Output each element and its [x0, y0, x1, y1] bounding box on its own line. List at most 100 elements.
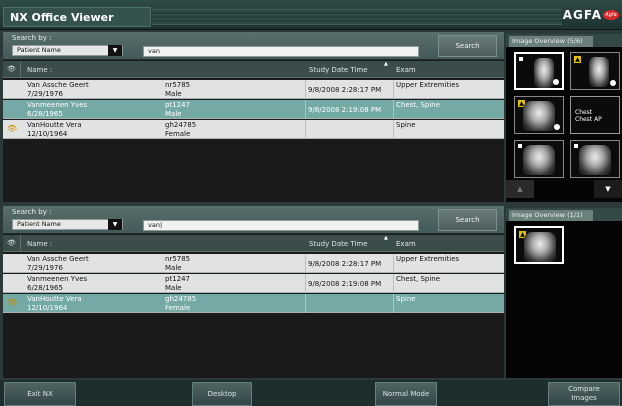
- compare-images-button[interactable]: Compare Images: [548, 382, 620, 406]
- table-row[interactable]: 👁 VanHoutte Vera 12/10/1964 gh24785 Fema…: [3, 294, 504, 313]
- scroll-up-button[interactable]: ▲: [506, 180, 534, 198]
- eye-icon[interactable]: 👁: [7, 299, 17, 307]
- top-search-panel: Search by : Patient Name ▼ van Search 👁 …: [3, 32, 504, 202]
- image-thumbnail[interactable]: [570, 140, 620, 178]
- agfa-logo-icon: Agfa: [603, 10, 619, 20]
- column-divider: [393, 100, 394, 119]
- eye-icon[interactable]: 👁: [7, 125, 17, 133]
- patient-name: Vanmeenen Yves: [27, 101, 88, 109]
- search-field-select[interactable]: Patient Name ▼: [12, 45, 123, 56]
- patient-dob: 7/29/1976: [27, 90, 63, 98]
- search-button[interactable]: Search: [438, 209, 497, 231]
- scroll-down-button[interactable]: ▼: [594, 180, 622, 198]
- study-date: 9/8/2008 2:28:17 PM: [308, 86, 382, 94]
- sort-arrow-icon: ▲: [384, 61, 388, 67]
- table-row[interactable]: Vanmeenen Yves 6/28/1965 pt1247 Male 9/8…: [3, 100, 504, 119]
- patient-id: pt1247: [165, 101, 191, 109]
- patient-dob: 12/10/1964: [27, 130, 68, 138]
- patient-name: VanHoutte Vera: [27, 295, 82, 303]
- eye-icon: 👁: [3, 235, 21, 252]
- patient-sex: Male: [165, 110, 182, 118]
- patient-name: Van Assche Geert: [27, 255, 89, 263]
- warning-icon: ▲: [574, 56, 581, 63]
- search-by-label: Search by :: [12, 34, 52, 42]
- search-input[interactable]: van|: [143, 220, 419, 231]
- name-column-header[interactable]: Name :: [27, 240, 52, 248]
- overview-tab[interactable]: Image Overview (1/1): [509, 210, 593, 221]
- image-overview-bottom: Image Overview (1/1) ▲: [506, 208, 622, 378]
- search-field-select[interactable]: Patient Name ▼: [12, 219, 123, 230]
- chevron-down-icon[interactable]: ▼: [108, 219, 122, 230]
- overview-header: Image Overview (5/6): [506, 34, 622, 47]
- chevron-down-icon[interactable]: ▼: [108, 45, 122, 56]
- patient-id: gh24785: [165, 295, 197, 303]
- patient-id: gh24785: [165, 121, 197, 129]
- column-divider: [305, 274, 306, 293]
- table-row[interactable]: Vanmeenen Yves 6/28/1965 pt1247 Male 9/8…: [3, 274, 504, 293]
- search-by-label: Search by :: [12, 208, 52, 216]
- study-date: 9/8/2008 2:19:08 PM: [308, 280, 382, 288]
- table-row[interactable]: Van Assche Geert 7/29/1976 nr5785 Male 9…: [3, 80, 504, 99]
- footer-bar: Exit NX Desktop Normal Mode Compare Imag…: [0, 380, 622, 406]
- exam: Upper Extremities: [396, 81, 460, 89]
- exam: Upper Extremities: [396, 255, 460, 263]
- search-bar: Search by : Patient Name ▼ van Search: [3, 32, 504, 60]
- xray-image: [589, 57, 609, 87]
- exam: Spine: [396, 121, 416, 129]
- patient-dob: 7/29/1976: [27, 264, 63, 272]
- normal-mode-button[interactable]: Normal Mode: [375, 382, 437, 406]
- column-divider: [305, 120, 306, 139]
- patient-dob: 6/28/1965: [27, 110, 63, 118]
- title-bar: NX Office Viewer AGFA Agfa: [0, 0, 622, 30]
- eye-icon: 👁: [3, 61, 21, 78]
- patient-name: VanHoutte Vera: [27, 121, 82, 129]
- patient-dob: 6/28/1965: [27, 284, 63, 292]
- marker-icon: [519, 57, 523, 61]
- column-divider: [393, 80, 394, 99]
- image-thumbnail[interactable]: Chest Chest AP: [570, 96, 620, 134]
- patient-id: nr5785: [165, 81, 191, 89]
- table-header: 👁 Name : Study Date Time ▲ Exam: [3, 235, 504, 252]
- patient-dob: 12/10/1964: [27, 304, 68, 312]
- search-bar: Search by : Patient Name ▼ van| Search: [3, 206, 504, 234]
- image-thumbnail[interactable]: [514, 52, 564, 90]
- image-thumbnail[interactable]: ▲: [570, 52, 620, 90]
- column-divider: [393, 254, 394, 273]
- exam: Chest, Spine: [396, 101, 441, 109]
- exam: Spine: [396, 295, 416, 303]
- xray-image: [579, 145, 611, 175]
- image-thumbnail[interactable]: ▲: [514, 226, 564, 264]
- study-date-column-header[interactable]: Study Date Time: [309, 240, 368, 248]
- overview-tab[interactable]: Image Overview (5/6): [509, 36, 593, 47]
- image-thumbnail[interactable]: [514, 140, 564, 178]
- search-input[interactable]: van: [143, 46, 419, 57]
- patient-id: pt1247: [165, 275, 191, 283]
- name-column-header[interactable]: Name :: [27, 66, 52, 74]
- column-divider: [305, 294, 306, 313]
- column-divider: [393, 294, 394, 313]
- overview-header: Image Overview (1/1): [506, 208, 622, 221]
- table-row[interactable]: Van Assche Geert 7/29/1976 nr5785 Male 9…: [3, 254, 504, 273]
- image-thumbnail[interactable]: ▲: [514, 96, 564, 134]
- study-date-column-header[interactable]: Study Date Time: [309, 66, 368, 74]
- patient-sex: Male: [165, 264, 182, 272]
- thumbnail-label: Chest Chest AP: [575, 109, 602, 123]
- search-button[interactable]: Search: [438, 35, 497, 57]
- xray-image: [523, 145, 555, 175]
- exam-column-header[interactable]: Exam: [396, 240, 416, 248]
- table-header: 👁 Name : Study Date Time ▲ Exam: [3, 61, 504, 78]
- brand-name: AGFA: [562, 8, 602, 22]
- patient-name: Van Assche Geert: [27, 81, 89, 89]
- exit-button[interactable]: Exit NX: [4, 382, 76, 406]
- desktop-button[interactable]: Desktop: [192, 382, 252, 406]
- exam: Chest, Spine: [396, 275, 441, 283]
- sort-arrow-icon: ▲: [384, 235, 388, 241]
- study-date: 9/8/2008 2:19:08 PM: [308, 106, 382, 114]
- table-row[interactable]: 👁 VanHoutte Vera 12/10/1964 gh24785 Fema…: [3, 120, 504, 139]
- study-date: 9/8/2008 2:28:17 PM: [308, 260, 382, 268]
- column-divider: [305, 100, 306, 119]
- marker-icon: [518, 144, 522, 148]
- exam-column-header[interactable]: Exam: [396, 66, 416, 74]
- bottom-search-panel: Search by : Patient Name ▼ van| Search 👁…: [3, 206, 504, 378]
- app-title: NX Office Viewer: [3, 7, 151, 27]
